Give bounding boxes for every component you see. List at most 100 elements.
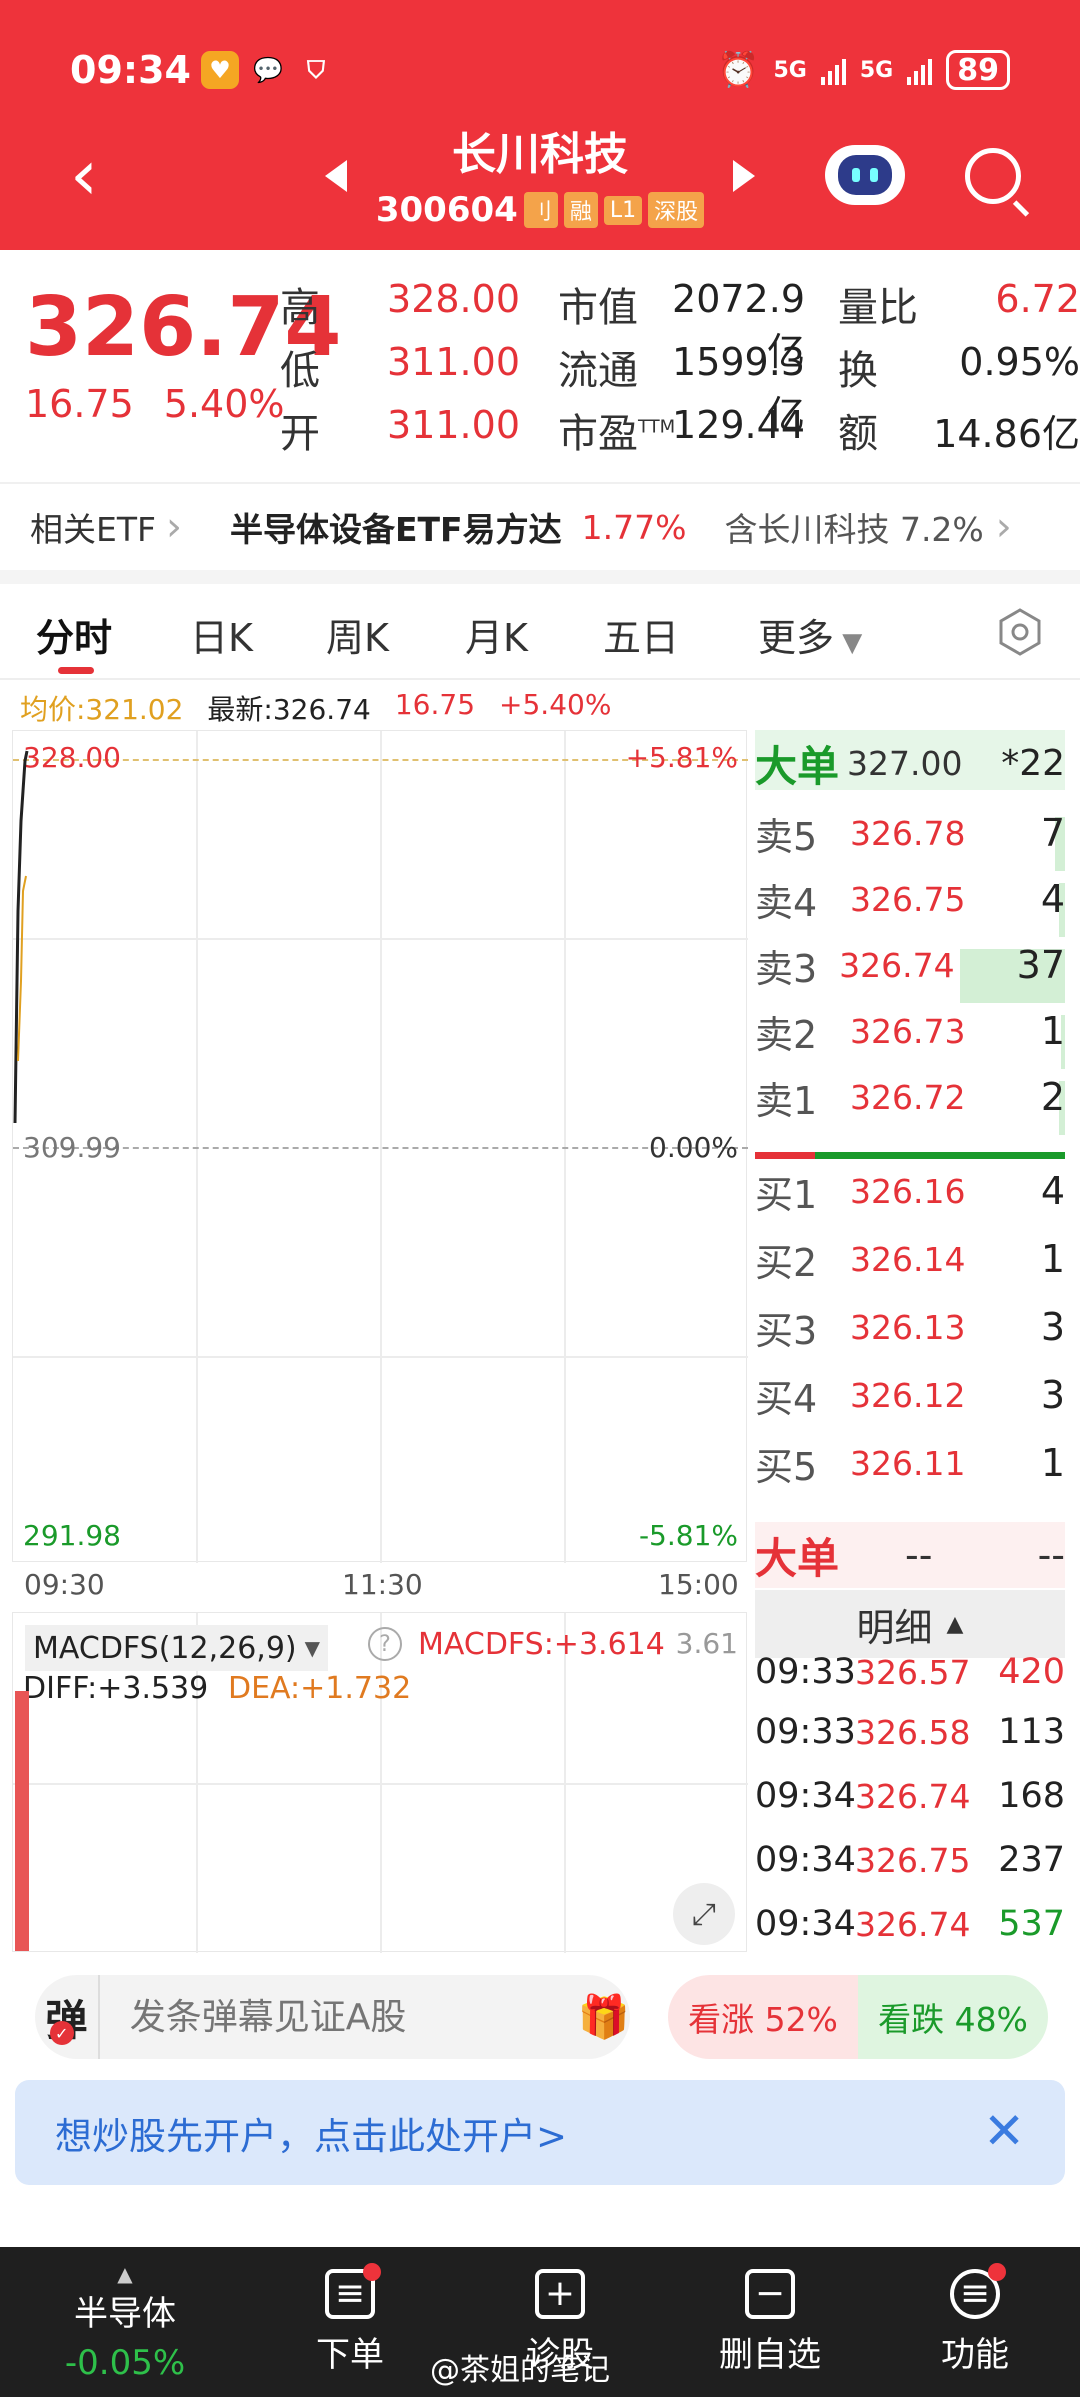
next-stock-icon[interactable] [733, 160, 755, 192]
tick-row: 09:33 326.57 420 [755, 1652, 1065, 1692]
intraday-chart[interactable]: 328.00 +5.81% 309.99 0.00% 291.98 -5.81% [12, 730, 748, 1563]
turnover-label: 换 [838, 348, 878, 394]
close-icon[interactable]: ✕ [983, 2106, 1025, 2156]
danmu-input[interactable] [99, 1996, 578, 2038]
banner-text: 想炒股先开户，点击此处开户> [55, 2114, 568, 2158]
sector-tab[interactable]: ▲ 半导体 -0.05% [40, 2247, 210, 2397]
tick-row: 09:33 326.58 113 [755, 1712, 1065, 1752]
heart-app-icon: ♥ [200, 51, 239, 89]
tab-daily-k[interactable]: 日K [190, 607, 253, 662]
volume-ratio-value: 6.72 [995, 277, 1080, 321]
diagnose-icon: + [535, 2268, 585, 2319]
chart-tabs: 分时 日K 周K 月K 五日 更多 ▼ [0, 585, 1080, 680]
bid-row-5[interactable]: 买5 326.11 1 [755, 1430, 1065, 1496]
sector-pct: -0.05% [64, 2342, 186, 2383]
low-label: 低 [280, 348, 320, 394]
fullscreen-icon[interactable]: ⤢ [673, 1883, 735, 1945]
danmu-toggle-button[interactable]: 弹 [35, 1975, 100, 2059]
change-pct: 5.40% [163, 382, 285, 426]
bid-row-4[interactable]: 买4 326.12 3 [755, 1362, 1065, 1428]
network-5g-label-2: 5G [859, 57, 894, 83]
etf-name[interactable]: 半导体设备ETF易方达 [230, 503, 562, 551]
section-divider [0, 570, 1080, 584]
tick-row: 09:34 326.74 537 [755, 1904, 1065, 1944]
gift-icon[interactable]: 🎁 [578, 1992, 630, 2042]
big-order-row-2[interactable]: 大单 -- -- [755, 1522, 1065, 1588]
tab-monthly-k[interactable]: 月K [465, 607, 528, 662]
search-icon[interactable] [965, 148, 1021, 204]
chart-bottom-pct: -5.81% [638, 1519, 738, 1552]
macd-panel: MACDFS(12,26,9) ▼ ? MACDFS:+3.614 3.61 DI… [12, 1612, 748, 1953]
turnover-value: 0.95% [959, 340, 1080, 384]
order-icon: ≡ [325, 2262, 381, 2319]
chart-bottom-price: 291.98 [23, 1519, 121, 1552]
ask-row-5[interactable]: 卖5 326.78 7 [755, 800, 1065, 871]
indicator-selector[interactable]: MACDFS(12,26,9) ▼ [25, 1625, 329, 1671]
ask-row-2[interactable]: 卖2 326.73 1 [755, 998, 1065, 1069]
amount-label: 额 [838, 411, 878, 457]
macd-histogram [15, 1691, 29, 1951]
caret-up-icon: ▲ [117, 2261, 133, 2286]
stock-name: 长川科技 [452, 129, 628, 180]
danmu-bar: 弹 🎁 [35, 1975, 630, 2059]
bid-row-3[interactable]: 买3 326.13 3 [755, 1294, 1065, 1360]
weibo-watermark: @茶姐的笔记 [430, 2353, 610, 2388]
ask-bid-split-green [815, 1152, 1065, 1159]
float-cap-label: 流通 [558, 348, 638, 394]
order-tab[interactable]: ≡ 下单 [270, 2247, 430, 2397]
etf-holding: 含长川科技 7.2% [724, 510, 984, 549]
signal-icon-2 [907, 55, 933, 85]
tab-intraday[interactable]: 分时 [36, 607, 112, 662]
macd-max: 3.61 [675, 1627, 738, 1660]
open-account-banner[interactable]: 想炒股先开户，点击此处开户> ✕ [15, 2080, 1065, 2185]
price-change: 16.75 5.40% [25, 382, 285, 426]
tag-shenzhen: 深股 [648, 192, 705, 228]
function-tab[interactable]: ≡ 功能 [895, 2247, 1055, 2397]
sector-name: 半导体 [74, 2293, 176, 2334]
stock-code: 300604 [375, 190, 518, 230]
stock-code-row: 300604 刂 融 L1 深股 [0, 190, 1080, 230]
macdfs-value: MACDFS:+3.614 [418, 1627, 665, 1662]
ask-row-3[interactable]: 卖3 326.74 37 [755, 932, 1065, 1003]
bid-row-1[interactable]: 买1 326.16 4 [755, 1158, 1065, 1224]
tab-five-day[interactable]: 五日 [603, 607, 679, 662]
tag-margin: 融 [563, 192, 598, 228]
dropdown-icon: ▼ [834, 628, 863, 658]
time-label-close: 15:00 [658, 1568, 739, 1601]
chevron-right-icon: › [995, 504, 1012, 550]
bid-row-2[interactable]: 买2 326.14 1 [755, 1226, 1065, 1292]
market-cap-label: 市值 [558, 285, 638, 331]
chart-info-line: 均价:321.02 最新:326.74 16.75 +5.40% [20, 688, 611, 728]
volume-ratio-label: 量比 [838, 285, 918, 331]
caret-up-icon: ▲ [946, 1611, 964, 1637]
header-bar: 09:34 ♥ 💬 ⛉ ⏰ 5G 5G 89 ‹ 长川科技 300604 刂 融… [0, 0, 1080, 250]
low-value: 311.00 [387, 340, 520, 384]
price-line [13, 750, 29, 1124]
big-order-row[interactable]: 大单 327.00 *22 [755, 730, 1065, 796]
tab-weekly-k[interactable]: 周K [326, 607, 389, 662]
settings-icon[interactable] [995, 607, 1045, 657]
menu-circle-icon: ≡ [950, 2262, 1006, 2319]
signal-icon [820, 55, 846, 85]
help-icon[interactable]: ? [368, 1627, 402, 1661]
minus-square-icon: − [745, 2268, 795, 2319]
ask-row-1[interactable]: 卖1 326.72 2 [755, 1064, 1065, 1135]
active-tab-indicator [58, 667, 94, 674]
related-etf-label: 相关ETF [30, 510, 156, 549]
latest-price: 最新:326.74 [207, 693, 371, 726]
network-5g-label: 5G [773, 57, 807, 83]
remove-watchlist-tab[interactable]: − 删自选 [690, 2247, 850, 2397]
time-label-noon: 11:30 [342, 1568, 423, 1601]
chevron-right-icon: › [166, 504, 182, 550]
tick-row: 09:34 326.75 237 [755, 1840, 1065, 1880]
ask-row-4[interactable]: 卖4 326.75 4 [755, 866, 1065, 937]
high-label: 高 [280, 285, 320, 331]
ask-bid-split-red [755, 1152, 815, 1159]
tab-more[interactable]: 更多 ▼ [758, 607, 862, 662]
avg-price: 均价:321.02 [20, 693, 184, 726]
related-etf-row[interactable]: 相关ETF › 半导体设备ETF易方达 1.77% 含长川科技 7.2% › [0, 482, 1080, 570]
shield-icon: ⛉ [306, 56, 325, 84]
bearish-button[interactable]: 看跌 48% [858, 1975, 1048, 2059]
bullish-button[interactable]: 看涨 52% [668, 1975, 858, 2059]
robot-face [838, 155, 892, 195]
